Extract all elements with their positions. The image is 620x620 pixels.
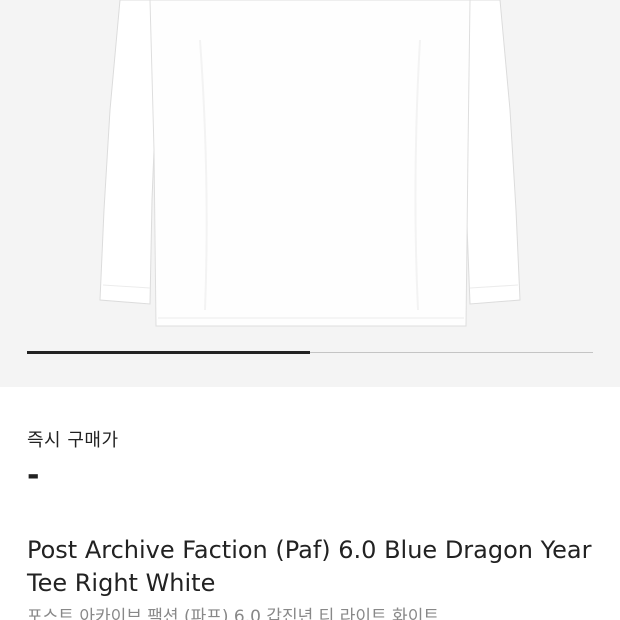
product-image-gallery[interactable] (0, 0, 620, 387)
instant-buy-price-value: - (27, 458, 40, 493)
product-subtitle-korean: 포스트 아카이브 팩션 (파프) 6.0 갑진년 티 라이트 화이트 (27, 607, 439, 620)
product-title: Post Archive Faction (Paf) 6.0 Blue Drag… (27, 536, 592, 597)
product-image (99, 0, 521, 327)
instant-buy-price-label: 즉시 구매가 (27, 430, 119, 451)
gallery-progress-track (27, 351, 593, 354)
gallery-progress-fill (27, 351, 310, 354)
